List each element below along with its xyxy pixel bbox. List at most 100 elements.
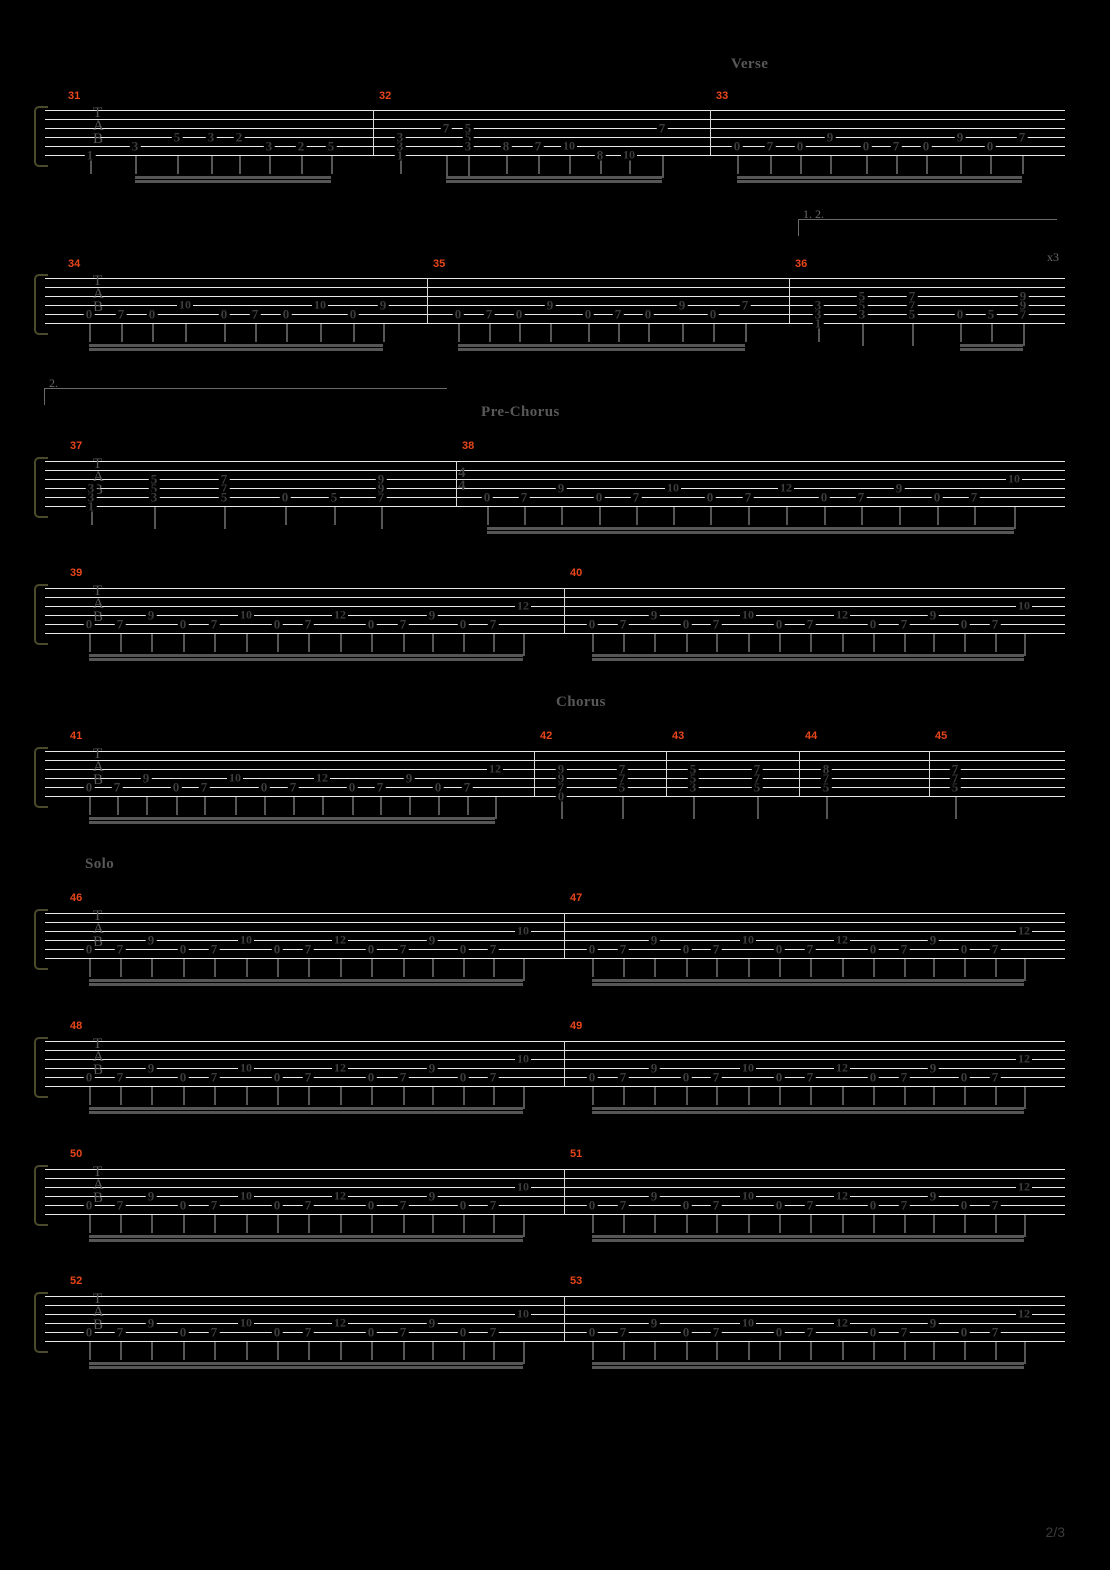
fret-number: 0 xyxy=(818,489,830,505)
note-stem xyxy=(89,1215,91,1233)
fret-number: 0 xyxy=(773,1069,785,1085)
fret-number: 10 xyxy=(740,1315,756,1330)
repeat-bracket-1: 1. 2. xyxy=(798,207,1057,236)
note-stem xyxy=(810,959,812,977)
fret-number: 7 xyxy=(114,1197,126,1213)
fret-number: 10 xyxy=(1006,471,1022,486)
fret-number: 9 xyxy=(824,129,836,145)
note-stem xyxy=(176,797,178,815)
note-stem xyxy=(873,1215,875,1233)
note-stem xyxy=(1022,156,1024,174)
fret-number: 0 xyxy=(513,306,525,322)
measure-number-31: 31 xyxy=(68,90,81,102)
fret-number: 10 xyxy=(238,607,254,622)
tab-clef: TAB xyxy=(93,909,104,950)
note-stem xyxy=(493,634,495,652)
fret-number: 0 xyxy=(279,489,291,505)
note-stem xyxy=(493,1215,495,1233)
note-stem xyxy=(686,1087,688,1105)
fret-number: 7 xyxy=(989,941,1001,957)
note-beam xyxy=(135,176,331,179)
note-stem xyxy=(937,507,939,525)
note-stem xyxy=(654,959,656,977)
fret-number: 7 xyxy=(208,1069,220,1085)
note-stem xyxy=(277,634,279,652)
fret-number: 7 xyxy=(198,779,210,795)
note-beam xyxy=(135,180,331,183)
fret-number: 0 xyxy=(867,1069,879,1085)
staff-line xyxy=(45,913,1065,914)
fret-number: 9 xyxy=(145,607,157,623)
repeat-bracket-label: 1. 2. xyxy=(803,207,824,221)
tab-clef-letter: B xyxy=(93,131,104,147)
note-stem xyxy=(779,1215,781,1233)
note-stem xyxy=(748,1215,750,1233)
barline xyxy=(564,1169,565,1214)
fret-number: 10 xyxy=(740,1188,756,1203)
fret-number: 7 xyxy=(115,306,127,322)
fret-number: 9 xyxy=(927,1060,939,1076)
note-beam xyxy=(592,658,1024,661)
note-stem xyxy=(519,324,521,342)
note-stem xyxy=(995,634,997,652)
fret-number: 5 xyxy=(687,761,699,777)
note-stem xyxy=(842,959,844,977)
note-stem xyxy=(371,1087,373,1105)
fret-number: 1 xyxy=(84,147,96,163)
fret-number: 7 xyxy=(617,1069,629,1085)
staff-line xyxy=(45,128,1065,129)
fret-number: 7 xyxy=(898,941,910,957)
note-stem xyxy=(495,797,497,819)
note-beam xyxy=(487,527,1014,530)
staff-line xyxy=(45,1068,1065,1069)
fret-number: 5 xyxy=(218,489,230,505)
fret-number: 12 xyxy=(834,1315,850,1330)
note-stem xyxy=(371,959,373,977)
fret-number: 0 xyxy=(218,306,230,322)
fret-number: 0 xyxy=(146,306,158,322)
note-stem xyxy=(277,1087,279,1105)
fret-number: 0 xyxy=(258,779,270,795)
note-stem xyxy=(320,324,322,342)
note-stem xyxy=(757,797,759,819)
fret-number: 0 xyxy=(642,306,654,322)
fret-number: 0 xyxy=(457,1197,469,1213)
note-stem xyxy=(904,1215,906,1233)
note-stem xyxy=(89,959,91,977)
fret-number: 9 xyxy=(555,761,567,777)
note-stem xyxy=(151,1342,153,1360)
fret-number: 5 xyxy=(856,288,868,304)
tab-clef: TAB xyxy=(93,106,104,147)
note-stem xyxy=(682,324,684,342)
note-stem xyxy=(214,634,216,652)
note-stem xyxy=(152,324,154,342)
note-stem xyxy=(786,507,788,525)
fret-number: 0 xyxy=(457,616,469,632)
fret-number: 7 xyxy=(890,138,902,154)
fret-number: 0 xyxy=(680,941,692,957)
fret-number: 9 xyxy=(927,932,939,948)
note-stem xyxy=(308,959,310,977)
note-stem xyxy=(964,1215,966,1233)
note-stem xyxy=(623,634,625,652)
note-stem xyxy=(383,324,385,342)
note-stem xyxy=(933,959,935,977)
staff-line xyxy=(45,1341,1065,1342)
fret-number: 0 xyxy=(83,1324,95,1340)
tab-clef: TAB xyxy=(93,1292,104,1333)
barline xyxy=(710,110,711,155)
tab-clef-letter: B xyxy=(93,609,104,625)
fret-number: 0 xyxy=(731,138,743,154)
staff-line xyxy=(45,1332,1065,1333)
note-stem xyxy=(409,797,411,815)
note-beam xyxy=(89,654,523,657)
staff-line xyxy=(45,497,1065,498)
staff-line xyxy=(45,137,1065,138)
staff-line xyxy=(45,949,1065,950)
fret-number: 0 xyxy=(680,1069,692,1085)
fret-number: 0 xyxy=(365,1324,377,1340)
note-beam xyxy=(89,344,383,347)
fret-number: 0 xyxy=(958,1324,970,1340)
note-stem xyxy=(246,959,248,977)
note-stem xyxy=(800,156,802,174)
